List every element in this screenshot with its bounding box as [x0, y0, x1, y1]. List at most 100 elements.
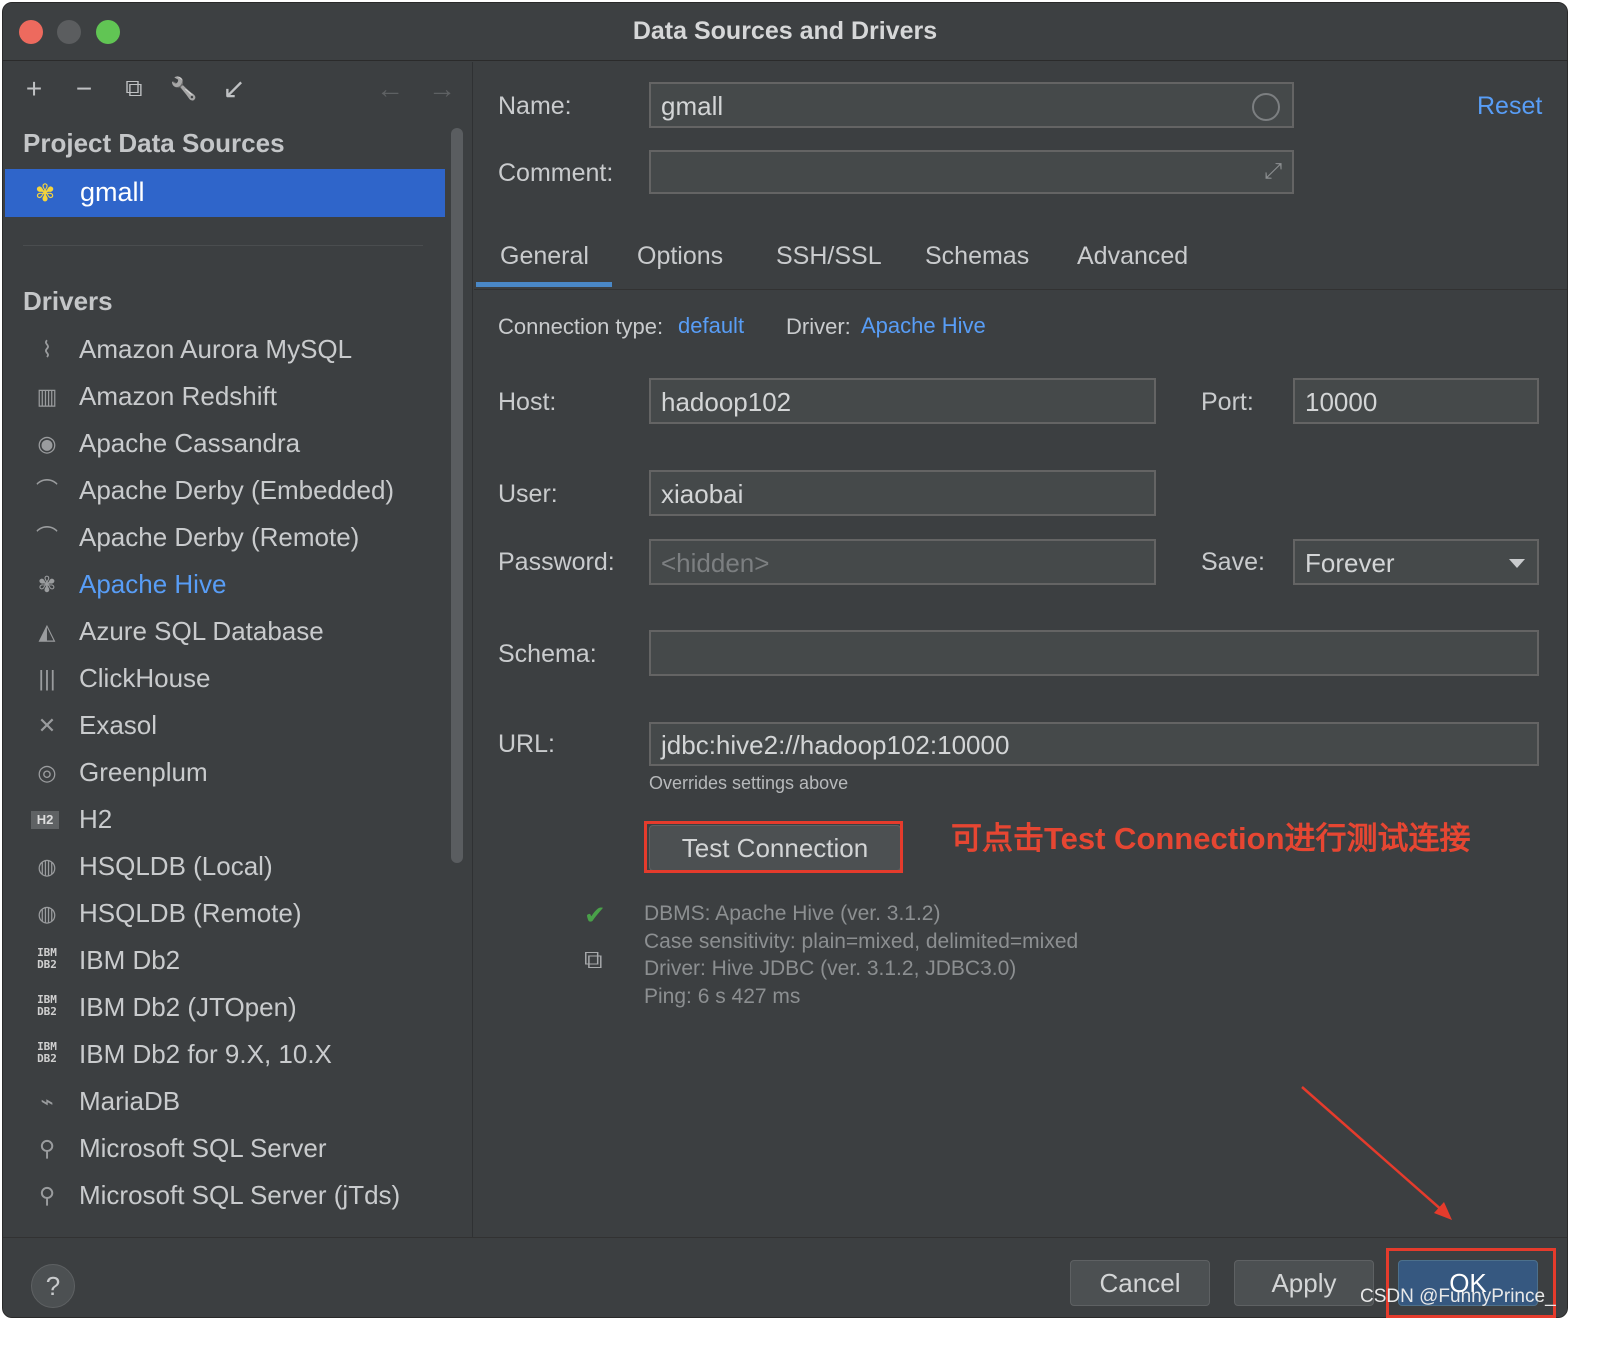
annotation-arrow [1301, 1086, 1452, 1220]
driver-item[interactable]: ◭ Azure SQL Database [23, 610, 443, 654]
status-driver: Driver: Hive JDBC (ver. 3.1.2, JDBC3.0) [644, 957, 1017, 980]
greenplum-icon: ◎ [37, 760, 57, 785]
azure-icon: ◭ [38, 619, 56, 644]
host-input[interactable]: hadoop102 [649, 378, 1156, 424]
connection-type-label: Connection type: [498, 314, 664, 339]
tab-ssh-ssl[interactable]: SSH/SSL [776, 242, 882, 271]
add-icon[interactable]: + [19, 74, 49, 104]
driver-label: Driver: [786, 314, 851, 339]
back-arrow-icon[interactable]: ← [375, 74, 405, 104]
redshift-icon: ▥ [36, 384, 58, 409]
driver-list-scrollbar[interactable] [451, 128, 463, 863]
color-circle-icon[interactable] [1252, 93, 1280, 121]
comment-input[interactable]: ⤢ [649, 150, 1294, 194]
mssql-icon: ⚲ [38, 1136, 56, 1161]
ibm-db2-icon: IBM DB2 [37, 1040, 57, 1065]
dialog-window: Data Sources and Drivers + − ⧉ 🔧 ↙ ← → P… [2, 2, 1568, 1318]
driver-item[interactable]: ⌒ Apache Derby (Remote) [23, 516, 443, 560]
reset-link[interactable]: Reset [1477, 92, 1542, 121]
driver-item[interactable]: ⌁ MariaDB [23, 1080, 443, 1124]
driver-item[interactable]: IBM DB2 IBM Db2 [23, 939, 443, 983]
h2-icon: H2 [31, 811, 59, 829]
port-label: Port: [1201, 388, 1254, 416]
ibm-db2-icon: IBM DB2 [37, 993, 57, 1018]
derby-hat-icon: ⌒ [35, 525, 58, 550]
expand-icon[interactable]: ⤢ [1264, 158, 1282, 184]
apply-button[interactable]: Apply [1234, 1260, 1374, 1306]
driver-item[interactable]: ⌒ Apache Derby (Embedded) [23, 469, 443, 513]
bottom-bar: ? Cancel Apply OK [3, 1237, 1567, 1317]
remove-icon[interactable]: − [69, 74, 99, 104]
driver-item[interactable]: IBM DB2 IBM Db2 (JTOpen) [23, 986, 443, 1030]
right-panel: Name: gmall Reset Comment: ⤢ General Opt… [474, 62, 1567, 1237]
left-panel: + − ⧉ 🔧 ↙ ← → Project Data Sources ✾ gma… [3, 62, 473, 1237]
password-label: Password: [498, 548, 615, 576]
driver-item[interactable]: ◍ HSQLDB (Remote) [23, 892, 443, 936]
driver-item[interactable]: ◉ Apache Cassandra [23, 422, 443, 466]
eye-icon: ◉ [37, 431, 57, 456]
name-value: gmall [661, 91, 724, 121]
driver-item[interactable]: ✕ Exasol [23, 704, 443, 748]
hsqldb-icon: ◍ [37, 901, 57, 926]
url-input[interactable]: jdbc:hive2://hadoop102:10000 [649, 722, 1539, 766]
driver-item[interactable]: ◍ HSQLDB (Local) [23, 845, 443, 889]
user-input[interactable]: xiaobai [649, 470, 1156, 516]
driver-item[interactable]: ◎ Greenplum [23, 751, 443, 795]
watermark: CSDN @FunnyPrince_ [1360, 1286, 1556, 1307]
copy-icon[interactable]: ⧉ [584, 944, 603, 976]
drivers-heading: Drivers [23, 286, 113, 316]
tab-general[interactable]: General [500, 242, 589, 271]
left-toolbar: + − ⧉ 🔧 ↙ ← → [3, 62, 472, 118]
hive-icon: ✾ [35, 180, 56, 207]
driver-item[interactable]: ▥ Amazon Redshift [23, 375, 443, 419]
port-input[interactable]: 10000 [1293, 378, 1539, 424]
comment-label: Comment: [498, 159, 614, 187]
help-button[interactable]: ? [31, 1264, 75, 1308]
project-data-sources-heading: Project Data Sources [23, 128, 285, 158]
wrench-icon[interactable]: 🔧 [169, 74, 199, 104]
exasol-icon: ✕ [37, 713, 57, 738]
import-icon[interactable]: ↙ [219, 74, 249, 104]
url-label: URL: [498, 730, 555, 758]
clickhouse-icon: ||| [38, 666, 56, 691]
name-input[interactable]: gmall [649, 82, 1294, 128]
url-hint: Overrides settings above [649, 773, 849, 793]
name-label: Name: [498, 92, 572, 120]
driver-item[interactable]: ⌇ Amazon Aurora MySQL [23, 328, 443, 372]
connection-type-link[interactable]: default [678, 313, 744, 339]
annotation-highlight-frame [644, 821, 903, 873]
cancel-button[interactable]: Cancel [1070, 1260, 1210, 1306]
dolphin-icon: ⌇ [41, 337, 53, 362]
tab-options[interactable]: Options [637, 242, 723, 271]
driver-item[interactable]: ||| ClickHouse [23, 657, 443, 701]
hive-icon: ✾ [37, 572, 57, 597]
save-value: Forever [1305, 548, 1395, 578]
status-dbms: DBMS: Apache Hive (ver. 3.1.2) [644, 902, 941, 925]
derby-hat-icon: ⌒ [35, 478, 58, 503]
save-dropdown[interactable]: Forever [1293, 539, 1539, 585]
titlebar: Data Sources and Drivers [3, 3, 1567, 61]
driver-item-apache-hive[interactable]: ✾ Apache Hive [23, 563, 443, 607]
status-ping: Ping: 6 s 427 ms [644, 984, 801, 1008]
schema-label: Schema: [498, 640, 597, 668]
tab-schemas[interactable]: Schemas [925, 242, 1029, 271]
duplicate-icon[interactable]: ⧉ [119, 74, 149, 104]
window-title: Data Sources and Drivers [632, 17, 938, 45]
annotation-text: 可点击Test Connection进行测试连接 [951, 821, 1471, 856]
data-source-item-gmall[interactable]: ✾ gmall [5, 169, 445, 217]
password-input[interactable]: <hidden> [649, 539, 1156, 585]
connection-status: DBMS: Apache Hive (ver. 3.1.2) Case sens… [644, 900, 1078, 1010]
checkmark-icon: ✔ [584, 900, 606, 930]
tab-advanced[interactable]: Advanced [1077, 242, 1188, 271]
hsqldb-icon: ◍ [37, 854, 57, 879]
mariadb-seal-icon: ⌁ [40, 1089, 54, 1114]
driver-item[interactable]: ⚲ Microsoft SQL Server (jTds) [23, 1174, 443, 1218]
driver-item[interactable]: IBM DB2 IBM Db2 for 9.X, 10.X [23, 1033, 443, 1077]
forward-arrow-icon[interactable]: → [427, 74, 457, 104]
driver-item[interactable]: H2 H2 [23, 798, 443, 842]
driver-item[interactable]: ⚲ Microsoft SQL Server [23, 1127, 443, 1171]
driver-link[interactable]: Apache Hive [861, 313, 986, 339]
status-case-sensitivity: Case sensitivity: plain=mixed, delimited… [644, 929, 1079, 953]
chevron-down-icon [1509, 559, 1525, 568]
schema-input[interactable] [649, 630, 1539, 676]
